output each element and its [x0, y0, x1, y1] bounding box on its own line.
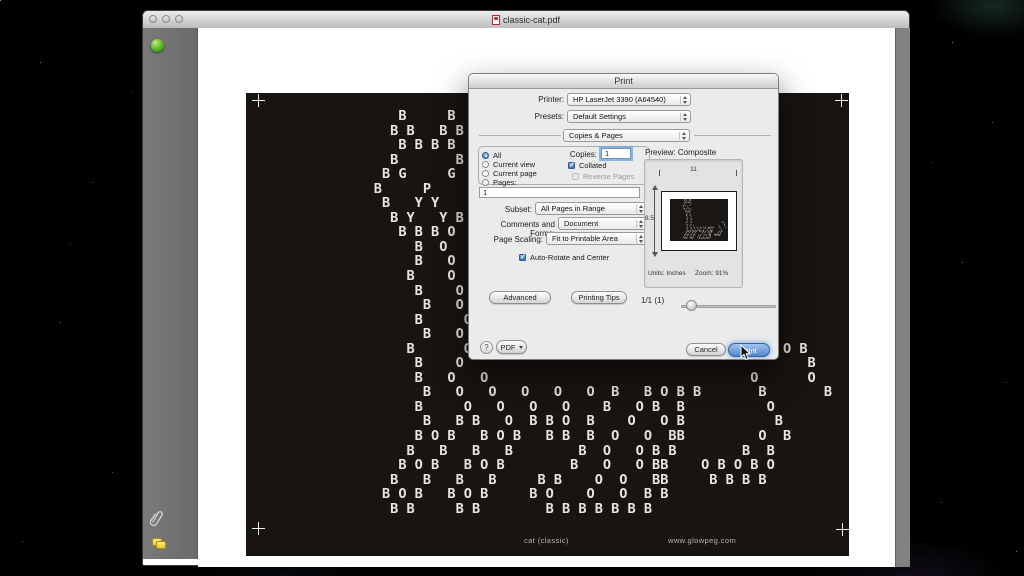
screen: classic-cat.pdf B B B B B B — [0, 0, 1024, 576]
presets-dropdown[interactable]: Default Settings — [567, 110, 691, 123]
artwork-caption: cat (classic) — [524, 536, 569, 545]
units-label: Units: Inches — [648, 270, 686, 277]
mouse-cursor — [740, 344, 752, 362]
pdf-file-icon — [492, 15, 500, 25]
copies-value: 1 — [605, 149, 609, 158]
window-titlebar[interactable]: classic-cat.pdf — [143, 11, 909, 29]
presets-label: Presets: — [477, 112, 564, 121]
popup-arrows-icon — [680, 96, 688, 104]
auto-rotate-checkbox-row[interactable]: Auto-Rotate and Center — [519, 253, 609, 261]
starfield — [0, 0, 1, 1]
reverse-pages-checkbox-row: Reverse Pages — [572, 172, 634, 180]
attachments-paperclip-icon[interactable] — [149, 510, 164, 527]
printer-value: HP LaserJet 3390 (A64540) — [573, 95, 666, 104]
popup-arrows-icon — [636, 205, 644, 213]
pages-range-value: 1 — [483, 188, 487, 197]
preview-artwork: B B B B B B B B B B B B B G G B P B Y Y … — [670, 199, 728, 241]
print-dialog: Print Printer: HP LaserJet 3390 (A64540)… — [468, 73, 779, 360]
crop-mark-bottom-left — [252, 522, 265, 535]
preview-page-thumbnail: B B B B B B B B B B B B B G G B P B Y Y … — [661, 191, 737, 251]
radio-current-page[interactable]: Current page — [482, 169, 537, 177]
navigation-sidebar — [143, 28, 198, 559]
preview-label: Preview: Composite — [645, 148, 735, 157]
crop-mark-bottom-right — [836, 523, 849, 536]
presets-value: Default Settings — [573, 112, 626, 121]
collated-checkbox-icon[interactable] — [568, 162, 575, 169]
subset-dropdown[interactable]: All Pages in Range — [535, 202, 647, 215]
printing-tips-button[interactable]: Printing Tips — [571, 291, 627, 304]
help-button-label: ? — [484, 343, 488, 352]
crop-mark-top-left — [252, 94, 265, 107]
copies-field[interactable]: 1 — [601, 148, 631, 159]
printer-label: Printer: — [477, 95, 564, 104]
help-button[interactable]: ? — [480, 341, 493, 354]
cancel-button[interactable]: Cancel — [686, 343, 726, 356]
page-scaling-value: Fit to Printable Area — [552, 234, 618, 243]
scrollbar-track[interactable] — [895, 28, 910, 567]
pdf-menu-label: PDF — [501, 343, 516, 352]
preview-height-value: 8.5 — [645, 215, 654, 222]
radio-current-page-label: Current page — [493, 169, 537, 178]
auto-rotate-label: Auto-Rotate and Center — [530, 253, 609, 262]
popup-arrows-icon — [680, 113, 688, 121]
auto-rotate-checkbox-icon[interactable] — [519, 254, 526, 261]
printing-tips-button-label: Printing Tips — [578, 293, 619, 302]
radio-all-icon[interactable] — [482, 152, 489, 159]
crop-mark-top-right — [835, 94, 848, 107]
radio-current-view-label: Current view — [493, 160, 535, 169]
subset-value: All Pages in Range — [541, 204, 605, 213]
section-dropdown[interactable]: Copies & Pages — [563, 129, 690, 142]
radio-all-label: All — [493, 151, 501, 160]
page-scaling-dropdown[interactable]: Fit to Printable Area — [546, 232, 647, 245]
preview-panel: 11 8.5 B B B B B B B B B B B B B G G — [644, 159, 743, 288]
page-scaling-label: Page Scaling: — [479, 235, 543, 244]
radio-pages-label: Pages: — [493, 178, 516, 187]
section-value: Copies & Pages — [569, 131, 623, 140]
subset-label: Subset: — [479, 205, 532, 214]
artwork-website: www.glowpeg.com — [668, 536, 736, 545]
width-ruler-right-tick — [736, 170, 737, 176]
comments-forms-value: Document — [564, 219, 598, 228]
printer-dropdown[interactable]: HP LaserJet 3390 (A64540) — [567, 93, 691, 106]
radio-current-view[interactable]: Current view — [482, 160, 535, 168]
radio-pages[interactable]: Pages: — [482, 178, 516, 186]
collated-label: Collated — [579, 161, 607, 170]
dialog-title: Print — [469, 74, 778, 89]
collated-checkbox-row[interactable]: Collated — [568, 161, 607, 169]
popup-arrows-icon — [636, 235, 644, 243]
pages-range-field[interactable]: 1 — [479, 187, 640, 198]
zoom-label: Zoom: 91% — [695, 270, 728, 277]
preview-ascii-cat: B B B B B B B B B B B B B G G B P B Y Y … — [671, 200, 726, 241]
radio-current-view-icon[interactable] — [482, 161, 489, 168]
popup-arrows-icon — [679, 132, 687, 140]
radio-pages-icon[interactable] — [482, 179, 489, 186]
radio-current-page-icon[interactable] — [482, 170, 489, 177]
reverse-pages-checkbox-icon — [572, 173, 579, 180]
comments-forms-dropdown[interactable]: Document — [558, 217, 647, 230]
preview-width-value: 11 — [645, 166, 742, 173]
divider-right — [694, 135, 771, 136]
popup-arrows-icon — [636, 220, 644, 228]
pdf-menu-button[interactable]: PDF — [496, 340, 527, 354]
help-orb-icon[interactable] — [151, 39, 164, 52]
radio-all[interactable]: All — [482, 151, 501, 159]
preview-page-slider-thumb[interactable] — [686, 300, 697, 311]
comments-icon[interactable] — [152, 538, 165, 548]
advanced-button-label: Advanced — [503, 293, 536, 302]
cancel-button-label: Cancel — [694, 345, 717, 354]
page-indicator: 1/1 (1) — [641, 296, 671, 305]
copies-label: Copies: — [559, 150, 597, 159]
height-ruler-arrow-icon — [654, 189, 655, 253]
window-title-group: classic-cat.pdf — [143, 13, 909, 26]
chevron-down-icon — [519, 346, 523, 349]
window-title: classic-cat.pdf — [503, 15, 560, 25]
reverse-pages-label: Reverse Pages — [583, 172, 634, 181]
divider-left — [479, 135, 561, 136]
advanced-button[interactable]: Advanced — [489, 291, 551, 304]
